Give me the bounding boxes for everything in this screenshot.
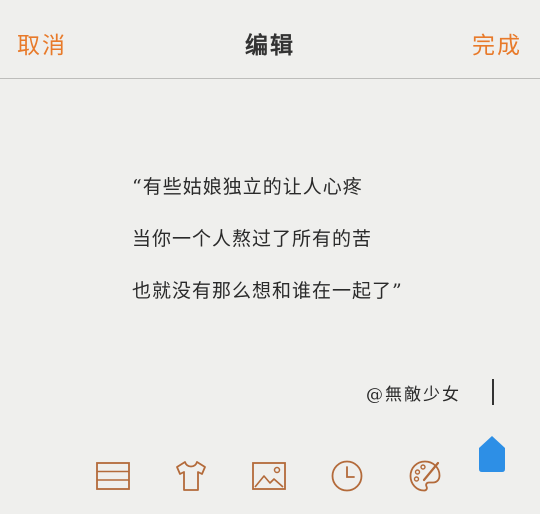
clock-icon[interactable] [329,458,365,494]
quote-line-3: 也就没有那么想和谁在一起了” [132,280,403,302]
quote-line-1: “有些姑娘独立的让人心疼 [132,176,363,198]
text-lines-icon[interactable] [95,458,131,494]
top-bar: 取消 编辑 完成 [0,0,540,79]
image-icon[interactable] [251,458,287,494]
quote-text[interactable]: “有些姑娘独立的让人心疼 当你一个人熬过了所有的苦 也就没有那么想和谁在一起了” [132,172,472,328]
color-picker-pin-icon[interactable] [477,435,507,473]
quote-line-2: 当你一个人熬过了所有的苦 [132,228,373,250]
palette-icon[interactable] [407,458,443,494]
tshirt-icon[interactable] [173,458,209,494]
text-cursor [492,379,494,405]
done-button[interactable]: 完成 [472,26,522,60]
signature-text[interactable]: @無敵少女 [366,380,461,405]
page-title: 编辑 [245,33,295,59]
